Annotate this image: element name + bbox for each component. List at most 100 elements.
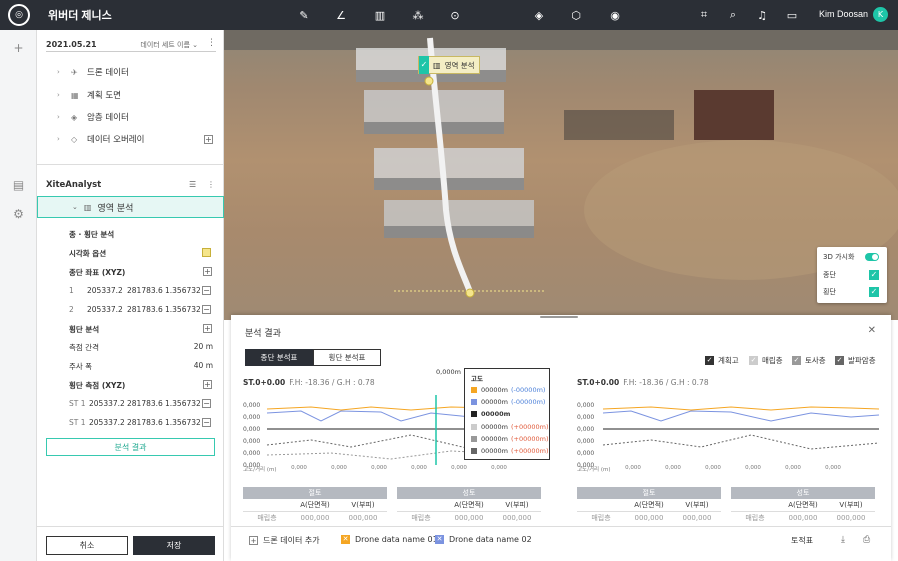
add-overlay-button[interactable]: +: [204, 135, 213, 144]
legend-rock[interactable]: ✓ 발파암층: [835, 355, 876, 365]
selected-analysis-item[interactable]: ⌄ ▥ 영역 분석: [37, 196, 224, 218]
dataset-selector[interactable]: 데이터 세트 이름 ⌄: [140, 40, 198, 50]
x-axis-left: 고도/거리 (m) 0,000 0,000 0,000 0,000 0,000 …: [243, 465, 507, 473]
drag-handle[interactable]: [540, 316, 578, 318]
cross-coord-row: ST 1 205337.2 281783.6 1.356732: [69, 399, 201, 408]
app-title: 위버더 제니스: [48, 10, 112, 22]
y-tick: 0,000: [577, 438, 594, 445]
profile-point-start[interactable]: [424, 76, 434, 86]
download-icon[interactable]: ⤓: [841, 535, 845, 545]
remove-coord-button[interactable]: −: [202, 286, 211, 295]
remove-coord-button[interactable]: −: [202, 305, 211, 314]
app-logo-icon[interactable]: ◎: [8, 4, 30, 26]
close-icon[interactable]: ✕: [435, 535, 444, 544]
check-icon: ✓: [419, 56, 429, 74]
machine-icon[interactable]: ⚙: [11, 206, 26, 221]
remove-cross-button[interactable]: −: [202, 418, 211, 427]
plus-icon: +: [249, 536, 258, 545]
y-tick: 0,000: [243, 438, 260, 445]
vis-cross-checkbox[interactable]: ✓: [869, 287, 879, 297]
close-icon[interactable]: ✕: [868, 325, 876, 336]
add-cross-button[interactable]: +: [203, 324, 212, 333]
left-station: ST.0+0.00 F.H: -18.36 / G.H : 0.78: [243, 378, 375, 387]
search-icon[interactable]: ⌕: [725, 7, 741, 23]
edit-icon[interactable]: ✎: [296, 7, 312, 23]
analysis-tooltip[interactable]: ✓ ▥ 영역 분석: [418, 56, 480, 74]
layers-icon[interactable]: ◈: [531, 7, 547, 23]
vis-long-checkbox[interactable]: ✓: [869, 270, 879, 280]
chat-icon[interactable]: ▭: [784, 7, 800, 23]
stack-icon: ◈: [71, 112, 78, 122]
chevron-right-icon[interactable]: ›: [57, 113, 65, 121]
long-coord-header: 종단 좌표 (XYZ): [69, 268, 126, 277]
result-title: 분석 결과: [245, 329, 281, 339]
location-pin-icon[interactable]: ⊙: [447, 7, 463, 23]
measure-icon[interactable]: ∠: [333, 7, 349, 23]
bar-chart-icon[interactable]: ▥: [372, 7, 388, 23]
drone-data-1[interactable]: ✕ Drone data name 01: [341, 535, 438, 544]
add-long-coord-button[interactable]: +: [203, 267, 212, 276]
cross-measure-header: 횡단 측점 (XYZ): [69, 381, 126, 390]
tree-item-overlay[interactable]: › ◇ 데이터 오버레이: [57, 132, 144, 146]
more-icon[interactable]: ⋮: [207, 180, 215, 189]
long-coord-row: 1 205337.2 281783.6 1.356732: [69, 286, 201, 295]
series-plan-line: [602, 406, 880, 411]
elevation-popup: 고도 00000m (-00000m) 00000m (-00000m) 00000…: [464, 368, 550, 460]
cross-header: 횡단 분석: [69, 325, 100, 334]
tab-long-table[interactable]: 종단 분석표: [245, 349, 313, 366]
remove-cross-button[interactable]: −: [202, 399, 211, 408]
chevron-right-icon[interactable]: ›: [57, 68, 65, 76]
eye-icon[interactable]: ◉: [607, 7, 623, 23]
bell-icon[interactable]: ♫: [754, 7, 770, 23]
cut-table: 절토 A(단면적) V(부피) 매립층 000,000 000,000: [243, 487, 387, 525]
tree-label: 암층 데이터: [87, 113, 129, 123]
earthwork-table-button[interactable]: 토적표: [791, 535, 813, 546]
divider: [37, 164, 224, 165]
long-coord-row: 2 205337.2 281783.6 1.356732: [69, 305, 201, 314]
visual-color-swatch[interactable]: [202, 248, 211, 257]
analysis-result-button[interactable]: 분석 결과: [46, 438, 215, 456]
map-view[interactable]: [224, 30, 898, 320]
date-row: 2021.05.21 데이터 세트 이름 ⌄ ⋮: [46, 38, 216, 52]
section-cross-long: 종 · 횡단 분석: [69, 230, 115, 239]
tab-cross-table[interactable]: 횡단 분석표: [313, 349, 381, 366]
tree-item-drone[interactable]: › ✈ 드론 데이터: [57, 65, 129, 79]
vis-cross-row: 횡단 ✓: [823, 287, 879, 297]
cancel-button[interactable]: 취소: [46, 536, 128, 555]
close-icon[interactable]: ✕: [341, 535, 350, 544]
fill-table: 성토 A(단면적) V(부피) 매립층 000,000 000,000: [397, 487, 541, 525]
crop-icon[interactable]: ⌗: [696, 7, 712, 23]
vis-3d-toggle[interactable]: [865, 253, 879, 261]
profile-point-end[interactable]: [465, 288, 475, 298]
visualization-box: 3D 가시화 종단 ✓ 횡단 ✓: [817, 247, 887, 303]
avatar[interactable]: K: [873, 7, 888, 22]
y-tick: 0,000: [243, 414, 260, 421]
filter-icon[interactable]: ☰: [189, 180, 196, 189]
legend-soil[interactable]: ✓ 토사층: [792, 355, 826, 365]
save-button[interactable]: 저장: [133, 536, 215, 555]
chevron-right-icon[interactable]: ›: [57, 135, 65, 143]
date-label[interactable]: 2021.05.21: [46, 40, 97, 49]
result-panel: 분석 결과 ✕ 종단 분석표 횡단 분석표 ✓ 계획고 ✓ 매립층 ✓ 토사층 ✓ 발파…: [231, 315, 891, 561]
chevron-down-icon[interactable]: ⌄: [72, 203, 78, 211]
add-cross-measure-button[interactable]: +: [203, 380, 212, 389]
tree-item-rock[interactable]: › ◈ 암층 데이터: [57, 110, 129, 124]
cube-icon[interactable]: ⬡: [568, 7, 584, 23]
tree-label: 데이터 오버레이: [87, 135, 145, 145]
chevron-right-icon[interactable]: ›: [57, 91, 65, 99]
y-tick: 0,000: [243, 450, 260, 457]
tree-item-plan[interactable]: › ▦ 계획 도면: [57, 88, 121, 102]
molecule-icon[interactable]: ⁂: [410, 7, 426, 23]
print-icon[interactable]: ⎙: [863, 535, 870, 545]
left-rail: + ▤ ⚙: [0, 30, 37, 561]
add-icon[interactable]: +: [11, 40, 26, 55]
more-icon[interactable]: ⋮: [207, 38, 216, 48]
add-drone-data-button[interactable]: + 드론 데이터 추가: [249, 535, 320, 546]
user-name[interactable]: Kim Doosan: [819, 9, 868, 19]
legend-plan[interactable]: ✓ 계획고: [705, 355, 739, 365]
legend-landfill[interactable]: ✓ 매립층: [749, 355, 783, 365]
interval-row: 측점 간격 20 m: [69, 342, 213, 352]
drone-data-2[interactable]: ✕ Drone data name 02: [435, 535, 532, 544]
analytics-icon[interactable]: ▤: [11, 177, 26, 192]
map-top-band: [224, 30, 898, 50]
